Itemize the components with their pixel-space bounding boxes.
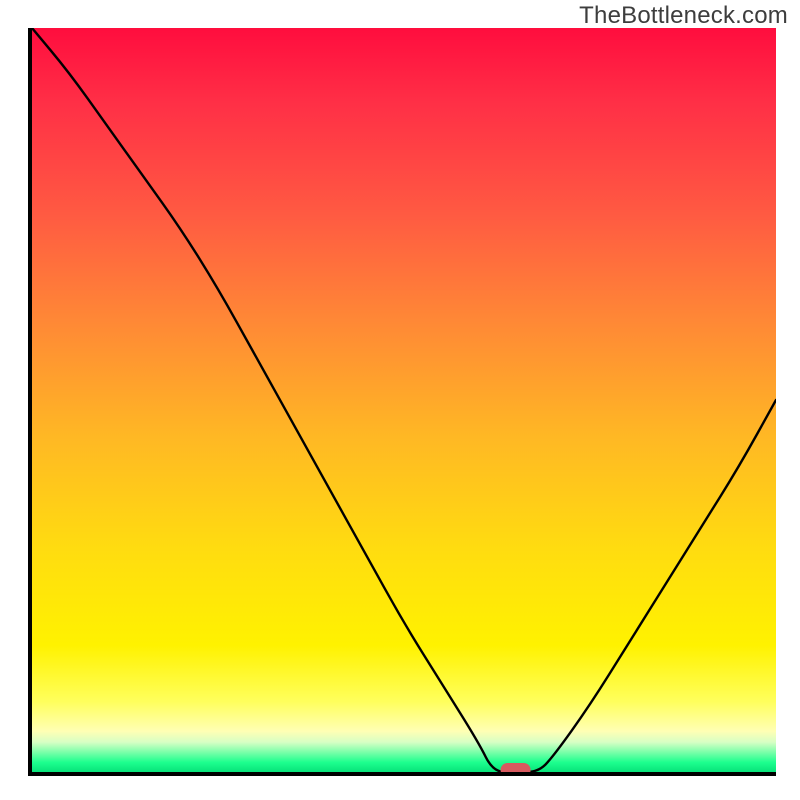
watermark-text: TheBottleneck.com	[579, 2, 788, 30]
plot-area	[28, 28, 776, 776]
chart-stage: TheBottleneck.com	[0, 0, 800, 800]
bottleneck-curve	[32, 28, 776, 772]
optimal-marker	[501, 763, 531, 772]
curve-layer	[32, 28, 776, 772]
